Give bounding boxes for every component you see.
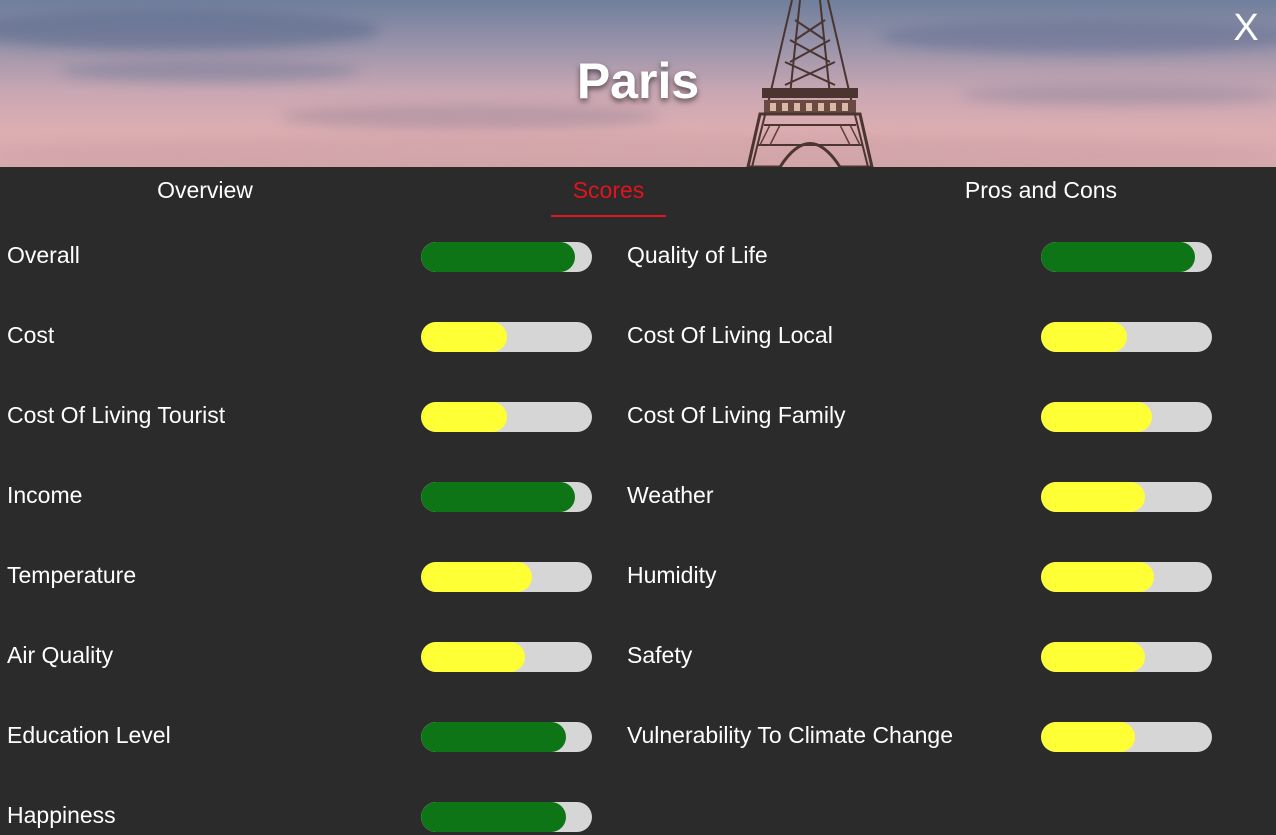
score-row: Quality of Life	[620, 222, 1260, 292]
score-label: Cost Of Living Family	[627, 402, 846, 428]
score-row: Cost Of Living Tourist	[0, 382, 640, 452]
score-label: Cost	[7, 322, 55, 348]
score-label: Humidity	[627, 562, 717, 588]
score-label: Cost Of Living Local	[627, 322, 833, 348]
score-bar-track	[421, 402, 592, 432]
score-bar-track	[1041, 242, 1212, 272]
score-row: Education Level	[0, 702, 640, 772]
score-bar-track	[421, 802, 592, 832]
score-bar-fill	[1041, 482, 1146, 512]
score-bar-track	[1041, 322, 1212, 352]
score-bar-fill	[421, 562, 533, 592]
score-bar-fill	[1041, 642, 1146, 672]
score-label: Overall	[7, 242, 80, 268]
tab-overview[interactable]: Overview	[130, 177, 280, 215]
score-row: Income	[0, 462, 640, 532]
tab-pros-and-cons[interactable]: Pros and Cons	[940, 177, 1142, 215]
score-row: Humidity	[620, 542, 1260, 612]
score-label: Quality of Life	[627, 242, 768, 268]
score-label: Weather	[627, 482, 714, 508]
score-bar-track	[421, 242, 592, 272]
score-label: Education Level	[7, 722, 171, 748]
score-label: Cost Of Living Tourist	[7, 402, 226, 428]
score-label: Air Quality	[7, 642, 114, 668]
score-bar-fill	[1041, 562, 1154, 592]
tab-bar: Overview Scores Pros and Cons	[0, 167, 1276, 219]
score-row: Weather	[620, 462, 1260, 532]
score-bar-fill	[421, 402, 507, 432]
score-bar-track	[1041, 482, 1212, 512]
score-bar-track	[1041, 642, 1212, 672]
score-row: Vulnerability To Climate Change	[620, 702, 1260, 772]
score-bar-fill	[421, 242, 575, 272]
score-bar-fill	[421, 482, 575, 512]
cloud	[0, 10, 380, 50]
close-button[interactable]: X	[1228, 8, 1264, 48]
score-row: Happiness	[0, 782, 640, 835]
score-label: Safety	[627, 642, 693, 668]
score-bar-fill	[1041, 322, 1127, 352]
score-bar-fill	[421, 722, 567, 752]
score-bar-fill	[1041, 722, 1136, 752]
score-bar-fill	[421, 802, 567, 832]
score-row: Cost Of Living Local	[620, 302, 1260, 372]
cloud	[0, 135, 1276, 167]
scores-panel: Overall Cost Cost Of Living Tourist Income T…	[0, 222, 1276, 835]
score-bar-track	[1041, 562, 1212, 592]
score-bar-track	[421, 642, 592, 672]
score-bar-track	[421, 562, 592, 592]
score-row: Overall	[0, 222, 640, 292]
score-label: Temperature	[7, 562, 137, 588]
city-name: Paris	[576, 53, 700, 109]
score-row: Cost Of Living Family	[620, 382, 1260, 452]
score-row: Safety	[620, 622, 1260, 692]
score-bar-fill	[421, 322, 507, 352]
tab-scores[interactable]: Scores	[551, 177, 666, 217]
score-bar-track	[1041, 402, 1212, 432]
score-bar-track	[1041, 722, 1212, 752]
score-bar-track	[421, 482, 592, 512]
score-label: Vulnerability To Climate Change	[627, 722, 954, 748]
score-label: Income	[7, 482, 83, 508]
score-row: Temperature	[0, 542, 640, 612]
score-bar-track	[421, 322, 592, 352]
score-bar-track	[421, 722, 592, 752]
score-label: Happiness	[7, 802, 116, 828]
score-row: Air Quality	[0, 622, 640, 692]
city-title: Paris	[0, 52, 1276, 110]
score-bar-fill	[1041, 242, 1195, 272]
cloud	[880, 20, 1276, 54]
score-row: Cost	[0, 302, 640, 372]
score-bar-fill	[1041, 402, 1153, 432]
city-hero-image: Paris X	[0, 0, 1276, 167]
score-bar-fill	[421, 642, 526, 672]
